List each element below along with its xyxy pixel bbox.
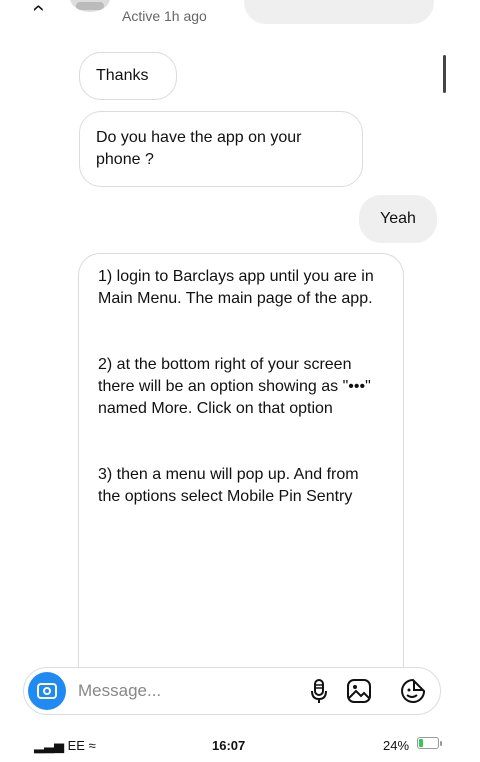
sticker-icon[interactable] — [400, 678, 426, 704]
status-bar: ▂▃▅ EE ≈ 16:07 24% — [0, 730, 480, 762]
active-status: Active 1h ago — [122, 8, 207, 24]
avatar[interactable] — [70, 0, 110, 12]
message-sent-yeah: Yeah — [359, 195, 437, 243]
message-received-thanks: Thanks — [79, 52, 177, 100]
carrier: ▂▃▅ EE ≈ — [34, 738, 96, 754]
microphone-icon[interactable] — [306, 678, 332, 704]
message-input[interactable] — [78, 679, 298, 703]
message-received-instructions: 1) login to Barclays app until you are i… — [78, 253, 404, 673]
message-composer — [23, 667, 441, 715]
chevron-left-icon[interactable]: ‹ — [28, 4, 53, 11]
previous-message-bubble — [244, 0, 434, 24]
wifi-icon: ≈ — [88, 738, 96, 753]
message-received-question: Do you have the app on your phone ? — [79, 111, 363, 187]
clock: 16:07 — [212, 738, 246, 753]
scrollbar-thumb[interactable] — [443, 55, 446, 93]
signal-icon: ▂▃▅ — [34, 738, 64, 753]
carrier-label: EE — [67, 738, 85, 753]
battery-tip — [440, 741, 442, 746]
gallery-icon[interactable] — [346, 678, 372, 704]
battery-percent: 24% — [383, 738, 410, 753]
battery-icon — [417, 737, 439, 749]
camera-icon[interactable] — [28, 672, 66, 710]
